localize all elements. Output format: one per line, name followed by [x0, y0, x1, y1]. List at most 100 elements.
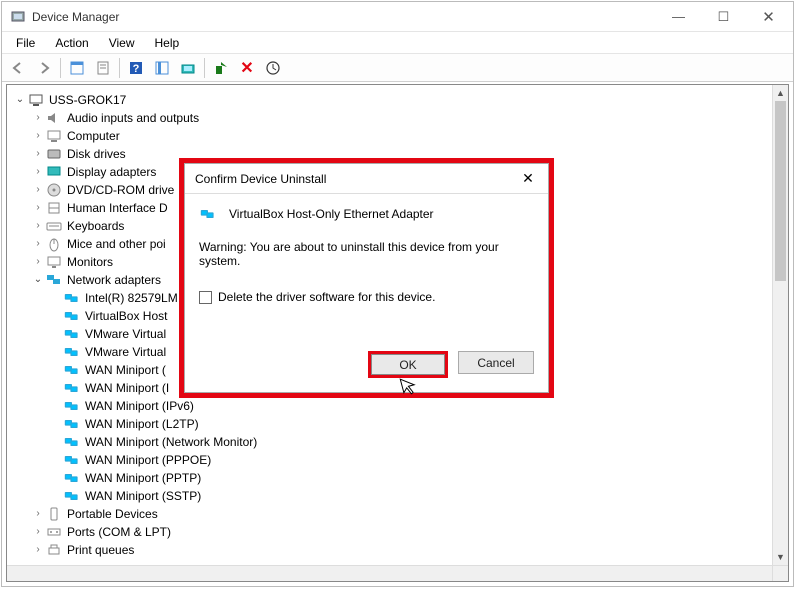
menu-action[interactable]: Action	[45, 34, 98, 52]
tree-root-icon	[27, 92, 45, 108]
tree-category-hid-icon	[45, 200, 63, 216]
tree-item-network-adapter-icon	[63, 326, 81, 342]
dialog-warning-text: Warning: You are about to uninstall this…	[199, 240, 534, 268]
tree-item-label: WAN Miniport (IPv6)	[83, 397, 194, 415]
tree-item-network-adapter-icon	[63, 488, 81, 504]
tree-item-network-adapter[interactable]: WAN Miniport (PPPOE)	[13, 451, 788, 469]
device-manager-window: Device Manager — ☐ ✕ File Action View He…	[1, 1, 794, 587]
menu-file[interactable]: File	[6, 34, 45, 52]
uninstall-device-icon[interactable]: ✕	[235, 57, 259, 79]
highlight-ok-border: OK	[368, 351, 448, 378]
tree-item-label: VMware Virtual	[83, 325, 166, 343]
tree-item-label: Network adapters	[65, 271, 161, 289]
tree-category-speaker-icon	[45, 110, 63, 126]
dialog-body: VirtualBox Host-Only Ethernet Adapter Wa…	[185, 194, 548, 351]
tree-item-network-adapter-icon	[63, 470, 81, 486]
tree-item-network-adapter-icon	[63, 434, 81, 450]
scroll-up-arrow[interactable]: ▲	[773, 85, 788, 101]
expand-chevron[interactable]: ›	[31, 109, 45, 127]
ok-button[interactable]: OK	[371, 354, 445, 375]
back-button[interactable]	[6, 57, 30, 79]
horizontal-scrollbar[interactable]	[7, 565, 772, 581]
tree-item-network-adapter[interactable]: WAN Miniport (PPTP)	[13, 469, 788, 487]
expand-chevron[interactable]: ›	[31, 523, 45, 541]
tree-item-label: Human Interface D	[65, 199, 168, 217]
tree-category-keyboard-icon	[45, 218, 63, 234]
expand-chevron[interactable]: ›	[31, 235, 45, 253]
tree-item-network-adapter[interactable]: WAN Miniport (SSTP)	[13, 487, 788, 505]
vertical-scrollbar[interactable]: ▲ ▼	[772, 85, 788, 565]
scan-hardware-icon[interactable]	[150, 57, 174, 79]
tree-category-network-icon	[45, 272, 63, 288]
expand-chevron[interactable]: ›	[31, 163, 45, 181]
delete-driver-checkbox-row[interactable]: Delete the driver software for this devi…	[199, 290, 534, 304]
tree-category-dvd-icon	[45, 182, 63, 198]
tree-item-network-adapter-icon	[63, 416, 81, 432]
expand-chevron[interactable]: ⌄	[31, 271, 45, 289]
expand-chevron[interactable]: ⌄	[13, 91, 27, 109]
expand-chevron[interactable]: ›	[31, 541, 45, 559]
tree-item-network-adapter[interactable]: WAN Miniport (IPv6)	[13, 397, 788, 415]
close-button[interactable]: ✕	[746, 2, 791, 31]
checkbox-label: Delete the driver software for this devi…	[218, 290, 435, 304]
tree-category-portable[interactable]: ›Portable Devices	[13, 505, 788, 523]
tree-category-computer[interactable]: › Computer	[13, 127, 788, 145]
tree-item-label: Intel(R) 82579LM	[83, 289, 178, 307]
tree-item-network-adapter-icon	[63, 308, 81, 324]
checkbox[interactable]	[199, 291, 212, 304]
tree-item-label: Audio inputs and outputs	[65, 109, 199, 127]
tree-item-label: Computer	[65, 127, 120, 145]
menu-view[interactable]: View	[99, 34, 145, 52]
tree-category-printer[interactable]: › Print queues	[13, 541, 788, 559]
dialog-title: Confirm Device Uninstall	[195, 172, 514, 186]
tree-item-label: Mice and other poi	[65, 235, 166, 253]
tree-item-network-adapter-icon	[63, 398, 81, 414]
minimize-button[interactable]: —	[656, 2, 701, 31]
expand-chevron[interactable]: ›	[31, 199, 45, 217]
tree-category-monitor-icon	[45, 254, 63, 270]
tree-item-label: DVD/CD-ROM drive	[65, 181, 174, 199]
tree-category-ports[interactable]: ›Ports (COM & LPT)	[13, 523, 788, 541]
expand-chevron[interactable]: ›	[31, 145, 45, 163]
scrollbar-thumb[interactable]	[775, 101, 786, 281]
help-icon[interactable]: ?	[124, 57, 148, 79]
tree-item-network-adapter-icon	[63, 344, 81, 360]
expand-chevron[interactable]: ›	[31, 127, 45, 145]
highlight-dialog-border: Confirm Device Uninstall ✕ VirtualBox Ho…	[179, 158, 554, 398]
window-title: Device Manager	[32, 10, 656, 24]
tree-root[interactable]: ⌄USS-GROK17	[13, 91, 788, 109]
properties-button[interactable]	[91, 57, 115, 79]
tree-item-label: Print queues	[65, 541, 134, 559]
menubar: File Action View Help	[2, 32, 793, 54]
dialog-close-button[interactable]: ✕	[514, 170, 542, 187]
cancel-button[interactable]: Cancel	[458, 351, 534, 374]
menu-help[interactable]: Help	[145, 34, 190, 52]
expand-chevron[interactable]: ›	[31, 505, 45, 523]
tree-item-network-adapter-icon	[63, 290, 81, 306]
expand-chevron[interactable]: ›	[31, 217, 45, 235]
update-driver-icon[interactable]	[176, 57, 200, 79]
confirm-uninstall-dialog: Confirm Device Uninstall ✕ VirtualBox Ho…	[184, 163, 549, 393]
tree-item-network-adapter-icon	[63, 362, 81, 378]
enable-device-icon[interactable]	[209, 57, 233, 79]
tree-item-network-adapter[interactable]: WAN Miniport (L2TP)	[13, 415, 788, 433]
tree-item-label: Disk drives	[65, 145, 126, 163]
tree-category-mouse-icon	[45, 236, 63, 252]
scrollbar-corner	[772, 565, 788, 581]
tree-category-ports-icon	[45, 524, 63, 540]
tree-category-computer-icon	[45, 128, 63, 144]
scan-changes-icon[interactable]	[261, 57, 285, 79]
show-hide-tree-button[interactable]	[65, 57, 89, 79]
dialog-titlebar: Confirm Device Uninstall ✕	[185, 164, 548, 194]
toolbar: ? ✕	[2, 54, 793, 82]
tree-category-speaker[interactable]: › Audio inputs and outputs	[13, 109, 788, 127]
tree-item-label: WAN Miniport (PPTP)	[83, 469, 201, 487]
forward-button[interactable]	[32, 57, 56, 79]
expand-chevron[interactable]: ›	[31, 181, 45, 199]
scroll-down-arrow[interactable]: ▼	[773, 549, 788, 565]
maximize-button[interactable]: ☐	[701, 2, 746, 31]
expand-chevron[interactable]: ›	[31, 253, 45, 271]
tree-item-network-adapter[interactable]: WAN Miniport (Network Monitor)	[13, 433, 788, 451]
dialog-device-name: VirtualBox Host-Only Ethernet Adapter	[229, 207, 434, 221]
tree-item-label: WAN Miniport (Network Monitor)	[83, 433, 257, 451]
